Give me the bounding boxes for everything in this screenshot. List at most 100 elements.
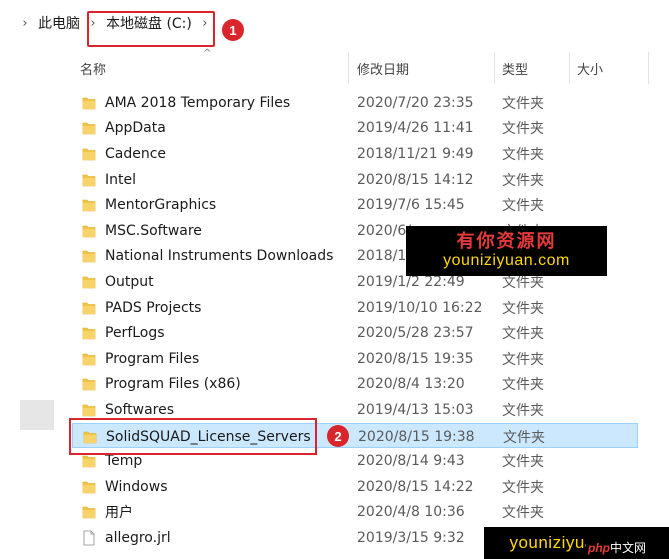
file-type: 文件夹 xyxy=(502,505,544,522)
folder-icon xyxy=(82,274,96,290)
folder-icon xyxy=(82,376,96,392)
file-row[interactable]: Program Files (x86) 2020/8/4 13:20 文件夹 xyxy=(0,372,669,398)
file-name: Windows xyxy=(105,478,168,495)
file-type: 文件夹 xyxy=(502,198,544,215)
file-name: Program Files xyxy=(105,350,200,367)
file-name: AppData xyxy=(105,120,166,137)
php-watermark: php中文网 xyxy=(586,539,649,556)
folder-icon xyxy=(82,120,96,136)
file-name-cell: AMA 2018 Temporary Files xyxy=(82,90,290,116)
file-type: 文件夹 xyxy=(502,146,544,163)
file-row[interactable]: Program Files 2020/8/15 19:35 文件夹 xyxy=(0,346,669,372)
file-row[interactable]: AMA 2018 Temporary Files 2020/7/20 23:35 文… xyxy=(0,90,669,116)
column-header-size[interactable]: 大小 xyxy=(569,52,649,84)
file-modified-date: 2019/7/6 15:45 xyxy=(357,197,465,214)
folder-icon xyxy=(82,402,96,418)
file-modified-date: 2019/10/10 16:22 xyxy=(357,299,483,316)
file-name-cell: Windows xyxy=(82,474,168,500)
php-suffix-text: 中文网 xyxy=(610,541,647,555)
file-type: 文件夹 xyxy=(502,479,544,496)
annotation-badge-1: 1 xyxy=(222,19,244,41)
file-name-cell: MentorGraphics xyxy=(82,192,216,218)
file-modified-date: 2020/8/15 14:22 xyxy=(357,478,474,495)
file-modified-date: 2018/1 xyxy=(357,248,407,265)
file-modified-date: 2020/7/20 23:35 xyxy=(357,94,474,111)
column-header-modified[interactable]: 修改日期 xyxy=(349,52,494,84)
file-name: MentorGraphics xyxy=(105,197,217,214)
watermark: 有你资源网 youniziyuan.com xyxy=(406,226,607,276)
file-name-cell: 用户 xyxy=(82,500,133,526)
file-name: Output xyxy=(105,273,154,290)
file-name-cell: Program Files (x86) xyxy=(82,372,241,398)
file-name-cell: Output xyxy=(82,269,154,295)
file-row[interactable]: Intel 2020/8/15 14:12 文件夹 xyxy=(0,167,669,193)
file-type: 文件夹 xyxy=(502,300,544,317)
php-logo-text: php xyxy=(588,541,610,555)
file-modified-date: 2020/8/15 19:35 xyxy=(357,350,474,367)
breadcrumb-this-pc[interactable]: 此电脑 xyxy=(34,13,84,33)
file-name-cell: National Instruments Downloads xyxy=(82,244,333,270)
folder-icon xyxy=(82,479,96,495)
folder-icon xyxy=(82,351,96,367)
file-modified-date: 2019/4/13 15:03 xyxy=(357,401,474,418)
file-row[interactable]: Cadence 2018/11/21 9:49 文件夹 xyxy=(0,141,669,167)
file-name: MSC.Software xyxy=(105,222,202,239)
file-type: 文件夹 xyxy=(502,402,544,419)
file-name-cell: MSC.Software xyxy=(82,218,202,244)
folder-icon xyxy=(82,95,96,111)
file-name: Intel xyxy=(105,171,136,188)
folder-icon xyxy=(82,300,96,316)
file-name: allegro.jrl xyxy=(105,529,171,546)
file-modified-date: 2020/4/8 10:36 xyxy=(357,504,465,521)
file-row[interactable]: PADS Projects 2019/10/10 16:22 文件夹 xyxy=(0,295,669,321)
folder-icon xyxy=(82,172,96,188)
chevron-right-icon[interactable]: › xyxy=(16,16,34,31)
file-name: PerfLogs xyxy=(105,325,165,342)
file-row[interactable]: 用户 2020/4/8 10:36 文件夹 xyxy=(0,500,669,526)
watermark-cn: 有你资源网 xyxy=(456,231,557,251)
file-row[interactable]: MentorGraphics 2019/7/6 15:45 文件夹 xyxy=(0,192,669,218)
column-header-name[interactable]: 名称 xyxy=(72,52,348,84)
file-type: 文件夹 xyxy=(502,95,544,112)
file-modified-date: 2018/11/21 9:49 xyxy=(357,145,474,162)
file-name: National Instruments Downloads xyxy=(105,248,334,265)
annotation-box-selected xyxy=(69,418,317,455)
file-name: 用户 xyxy=(105,505,133,522)
file-name: Temp xyxy=(105,453,143,470)
file-modified-date: 2020/8/4 13:20 xyxy=(357,376,465,393)
folder-icon xyxy=(82,223,96,239)
file-name: Program Files (x86) xyxy=(105,376,241,393)
file-name: Cadence xyxy=(105,145,167,162)
file-name-cell: AppData xyxy=(82,116,166,142)
file-row[interactable]: AppData 2019/4/26 11:41 文件夹 xyxy=(0,116,669,142)
file-name: Softwares xyxy=(105,401,175,418)
column-header-type[interactable]: 类型 xyxy=(494,52,569,84)
watermark-en: youniziyuan.com xyxy=(443,252,570,269)
file-name-cell: Program Files xyxy=(82,346,199,372)
column-divider[interactable] xyxy=(348,52,349,84)
file-name-cell: Intel xyxy=(82,167,136,193)
file-modified-date: 2019/3/15 9:32 xyxy=(357,529,465,546)
folder-icon xyxy=(82,146,96,162)
file-type: 文件夹 xyxy=(502,326,544,343)
file-modified-date: 2019/4/26 11:41 xyxy=(357,120,474,137)
folder-icon xyxy=(82,325,96,341)
folder-icon xyxy=(82,453,96,469)
file-row[interactable]: PerfLogs 2020/5/28 23:57 文件夹 xyxy=(0,320,669,346)
file-type: 文件夹 xyxy=(502,351,544,368)
file-modified-date: 2020/8/14 9:43 xyxy=(357,453,465,470)
column-divider[interactable] xyxy=(494,52,495,84)
file-type: 文件夹 xyxy=(502,121,544,138)
file-name: AMA 2018 Temporary Files xyxy=(105,94,291,111)
file-name-cell: PerfLogs xyxy=(82,320,165,346)
column-divider[interactable] xyxy=(569,52,570,84)
folder-icon xyxy=(82,248,96,264)
file-modified-date: 2020/5/28 23:57 xyxy=(357,325,474,342)
file-name-cell: allegro.jrl xyxy=(82,525,171,551)
column-divider[interactable] xyxy=(648,52,649,84)
file-type: 文件夹 xyxy=(503,429,545,446)
file-name: PADS Projects xyxy=(105,299,202,316)
file-type: 文件夹 xyxy=(502,454,544,471)
file-name-cell: PADS Projects xyxy=(82,295,201,321)
file-row[interactable]: Windows 2020/8/15 14:22 文件夹 xyxy=(0,474,669,500)
